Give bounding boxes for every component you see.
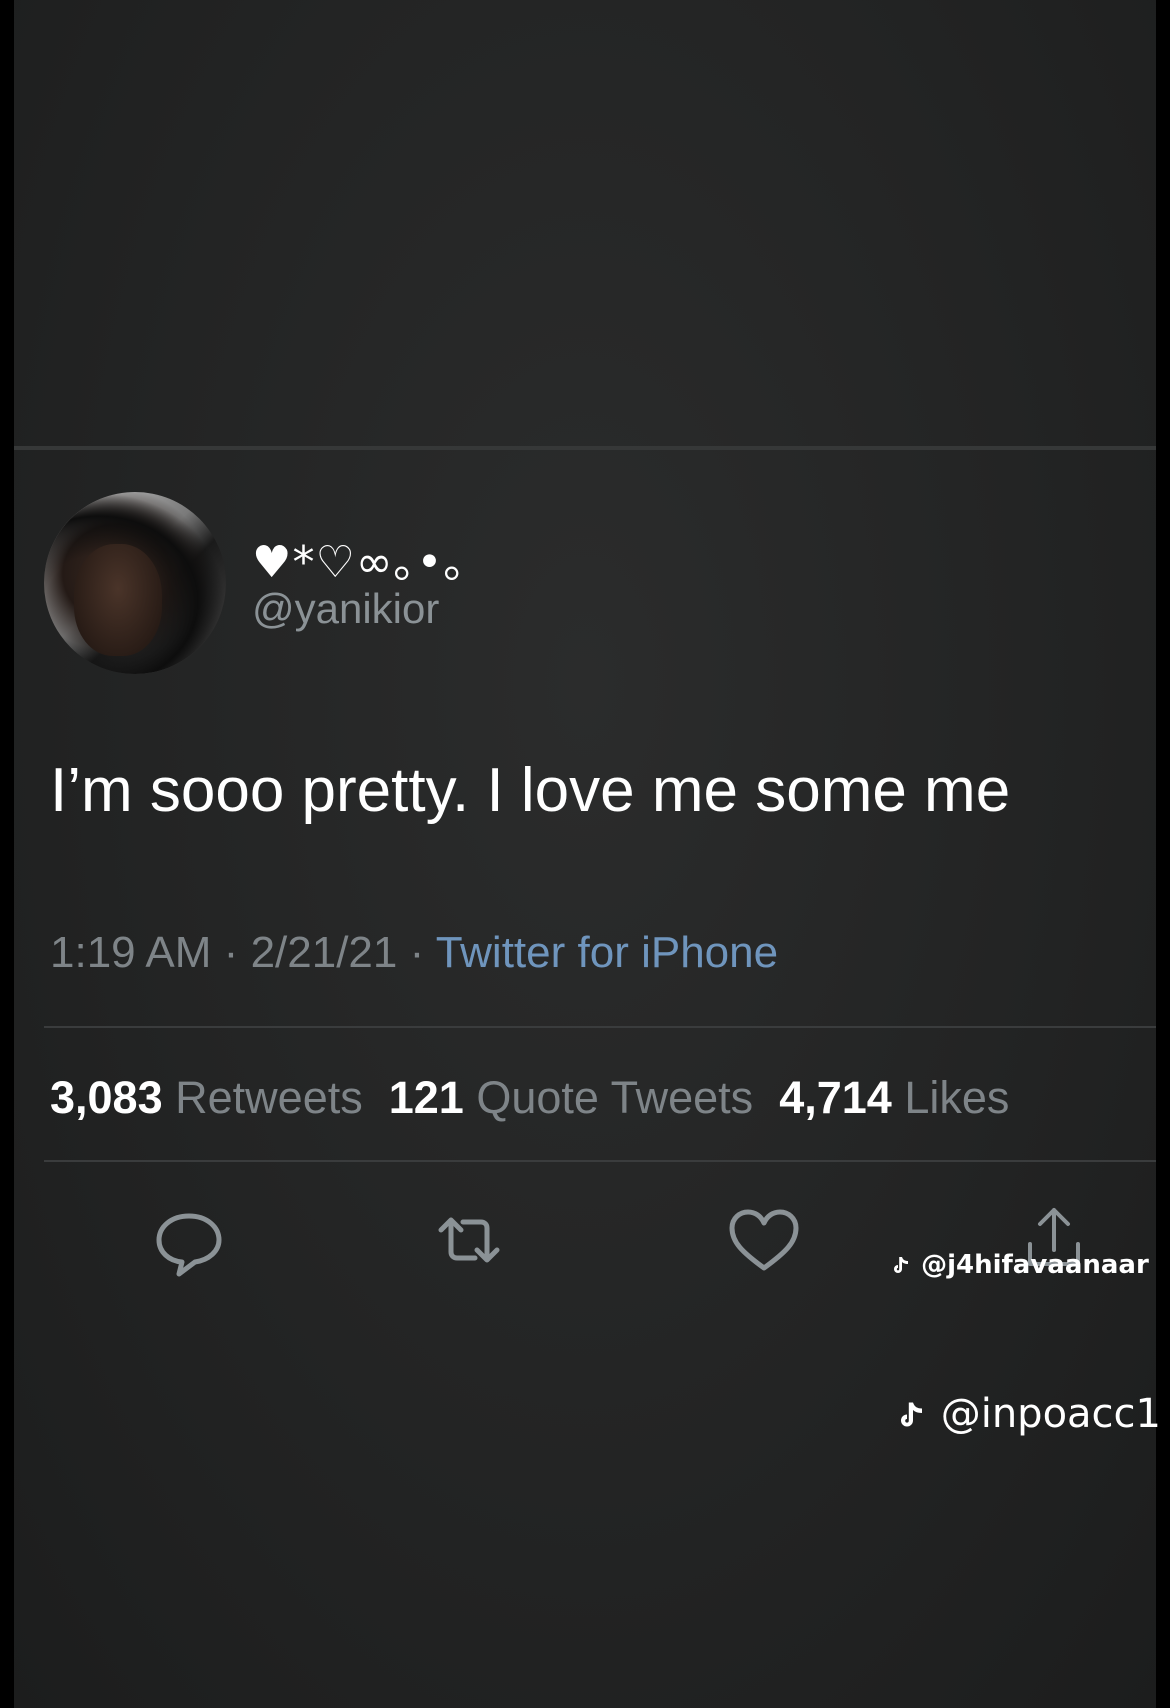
reply-icon[interactable] [149,1200,229,1280]
tiktok-icon [901,1402,922,1427]
tweet-meta: 1:19 AM · 2/21/21 · Twitter for iPhone [50,928,778,978]
tweet-stats: 3,083 Retweets 121 Quote Tweets 4,714 Like… [50,1072,1009,1124]
stats-divider [44,1160,1156,1162]
likes-stat[interactable]: 4,714 Likes [779,1072,1009,1123]
meta-divider [44,1026,1156,1028]
quotes-label: Quote Tweets [476,1072,754,1123]
meta-separator: · [409,928,436,977]
avatar[interactable] [44,492,226,674]
meta-separator: · [223,928,251,977]
retweet-icon[interactable] [429,1200,509,1280]
avatar-face [74,544,162,656]
watermark-primary-text: @j4hifavaanaar [921,1250,1149,1280]
display-name[interactable]: ♥*♡∞｡•｡ [252,526,467,590]
tiktok-icon [894,1256,908,1273]
tiktok-watermark-primary: @j4hifavaanaar [888,1250,1149,1280]
watermark-secondary-text: @inpoacc1 [940,1391,1161,1437]
user-handle[interactable]: @yanikior [252,585,439,633]
tweet-source-link[interactable]: Twitter for iPhone [436,928,778,977]
video-frame: ♥*♡∞｡•｡ @yanikior I’m sooo pretty. I lov… [0,0,1170,1708]
retweets-stat[interactable]: 3,083 Retweets [50,1072,363,1123]
likes-label: Likes [904,1072,1010,1123]
like-icon[interactable] [724,1200,804,1280]
tiktok-watermark-secondary: @inpoacc1 [892,1391,1161,1437]
header-divider [14,446,1156,450]
quotes-count: 121 [388,1072,464,1123]
likes-count: 4,714 [779,1072,892,1123]
tweet-screen: ♥*♡∞｡•｡ @yanikior I’m sooo pretty. I lov… [14,0,1156,1708]
quotes-stat[interactable]: 121 Quote Tweets [389,1072,753,1123]
retweets-label: Retweets [175,1072,363,1123]
tweet-date: 2/21/21 [250,928,398,977]
tweet-text: I’m sooo pretty. I love me some me [50,756,1011,825]
tweet-time: 1:19 AM [50,928,212,977]
retweets-count: 3,083 [50,1072,163,1123]
